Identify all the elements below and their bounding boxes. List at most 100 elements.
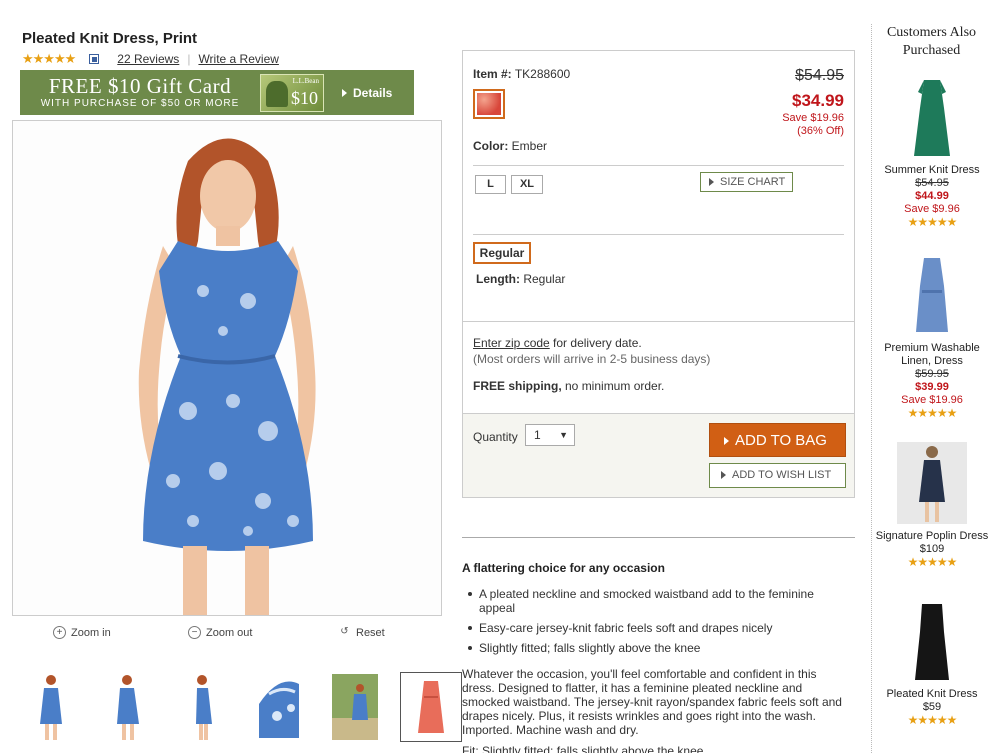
feature-bullet: Slightly fitted; falls slightly above th… xyxy=(468,641,848,655)
promo-headline: FREE $10 Gift Card xyxy=(48,74,232,98)
item-name: Summer Knit Dress xyxy=(884,164,980,176)
quantity-select[interactable]: 1 ▼ xyxy=(525,424,575,446)
gift-card-promo-banner[interactable]: FREE $10 Gift Card WITH PURCHASE OF $50 … xyxy=(20,70,414,115)
shipping-info: FREE shipping, no minimum order. xyxy=(473,379,664,393)
thumbnail-three-quarter[interactable] xyxy=(96,672,158,742)
add-to-bag-button[interactable]: ADD TO BAG xyxy=(709,423,846,457)
length-button-regular[interactable]: Regular xyxy=(473,242,531,264)
add-to-wish-list-label: ADD TO WISH LIST xyxy=(732,469,832,481)
delivery-info: Enter zip code for delivery date. (Most … xyxy=(473,335,710,367)
item-original-price: $54.95 xyxy=(915,177,949,189)
color-label-title: Color: xyxy=(473,139,509,153)
quantity-value: 1 xyxy=(534,428,541,442)
gift-card-amount: $10 xyxy=(291,87,318,108)
promo-details-label: Details xyxy=(353,85,393,100)
color-label: Color: Ember xyxy=(473,139,547,153)
divider xyxy=(473,165,844,166)
write-review-link[interactable]: Write a Review xyxy=(198,52,278,66)
product-thumbnail xyxy=(916,258,948,332)
buy-box: Item #: TK288600 $54.95 $34.99 Save $19.… xyxy=(462,50,855,498)
customers-also-purchased: Customers Also Purchased Summer Knit Dre… xyxy=(871,24,991,753)
zoom-in-button[interactable]: + Zoom in xyxy=(53,626,111,639)
play-icon xyxy=(721,471,726,480)
item-rating-stars: ★★★★★ xyxy=(907,215,958,229)
gift-card-brand: L.L.Bean xyxy=(292,76,319,85)
product-thumbnail xyxy=(897,442,967,524)
enter-zip-link[interactable]: Enter zip code xyxy=(473,336,550,350)
zoom-in-icon: + xyxy=(53,626,66,639)
feature-bullet: A pleated neckline and smocked waistband… xyxy=(468,587,848,615)
item-name: Pleated Knit Dress xyxy=(886,688,978,700)
zoom-out-label: Zoom out xyxy=(206,626,253,639)
product-thumbnail xyxy=(914,80,950,156)
zoom-out-icon: − xyxy=(188,626,201,639)
size-chart-label: SIZE CHART xyxy=(720,176,786,188)
divider xyxy=(462,537,855,538)
tree-icon xyxy=(266,80,288,107)
thumbnail-strip xyxy=(20,672,476,742)
thumbnail-outdoor[interactable] xyxy=(324,672,386,742)
feature-bullet: Easy-care jersey-knit fabric feels soft … xyxy=(468,621,848,635)
delivery-note: (Most orders will arrive in 2-5 business… xyxy=(473,352,711,366)
item-rating-stars: ★★★★★ xyxy=(907,555,958,569)
description-body: Whatever the occasion, you'll feel comfo… xyxy=(462,667,842,737)
item-number: Item #: TK288600 xyxy=(473,67,570,81)
play-icon xyxy=(724,437,729,446)
play-icon xyxy=(709,178,714,187)
reset-icon: ↺ xyxy=(340,626,349,637)
recommended-item[interactable]: Signature Poplin Dress $109 ★★★★★ xyxy=(872,442,992,569)
thumbnail-ember-color[interactable] xyxy=(400,672,462,742)
model-photo xyxy=(13,121,441,615)
item-sale-price: $39.99 xyxy=(915,381,949,393)
savings-percent: (36% Off) xyxy=(797,125,844,137)
promo-subline: WITH PURCHASE OF $50 OR MORE xyxy=(40,98,240,109)
zoom-out-button[interactable]: − Zoom out xyxy=(188,626,252,639)
size-chart-button[interactable]: SIZE CHART xyxy=(700,172,793,192)
length-value: Regular xyxy=(523,272,566,286)
main-product-image[interactable] xyxy=(12,120,442,616)
sidebar-heading: Customers Also Purchased xyxy=(886,25,977,58)
size-button-xl[interactable]: XL xyxy=(511,175,543,194)
recommended-item[interactable]: Summer Knit Dress $54.95 $44.99 Save $9.… xyxy=(872,78,992,229)
item-original-price: $59.95 xyxy=(915,368,949,380)
thumbnail-front[interactable] xyxy=(20,672,82,742)
recommended-item[interactable]: Premium Washable Linen, Dress $59.95 $39… xyxy=(872,256,992,420)
description-fit: Fit: Slightly fitted; falls slightly abo… xyxy=(462,744,707,753)
product-title: Pleated Knit Dress, Print xyxy=(22,30,198,47)
item-sale-price: $44.99 xyxy=(915,190,949,202)
play-icon xyxy=(342,89,347,98)
reset-label: Reset xyxy=(356,626,385,639)
savings: Save $19.96 (36% Off) xyxy=(782,112,844,138)
reset-button[interactable]: ↺ Reset xyxy=(338,626,385,639)
item-number-label: Item #: xyxy=(473,67,512,81)
feature-list: A pleated neckline and smocked waistband… xyxy=(468,587,848,661)
size-button-l[interactable]: L xyxy=(475,175,506,194)
savings-amount: Save $19.96 xyxy=(782,112,844,124)
chevron-down-icon: ▼ xyxy=(559,430,568,440)
divider xyxy=(473,234,844,235)
original-price: $54.95 xyxy=(795,67,844,84)
shipping-bold: FREE shipping, xyxy=(473,379,562,393)
color-swatch-ember[interactable] xyxy=(473,89,505,119)
promo-text: FREE $10 Gift Card WITH PURCHASE OF $50 … xyxy=(20,76,260,109)
gift-card-image: L.L.Bean $10 xyxy=(260,73,324,112)
length-label: Length: Regular xyxy=(476,272,565,286)
item-rating-stars: ★★★★★ xyxy=(907,406,958,420)
rating-stars[interactable]: ★★★★★ xyxy=(22,51,76,67)
popup-icon[interactable] xyxy=(89,54,100,64)
thumbnail-fabric-detail[interactable] xyxy=(248,672,310,742)
item-name: Signature Poplin Dress xyxy=(875,530,989,542)
zip-suffix: for delivery date. xyxy=(549,336,642,350)
item-name: Premium Washable Linen, Dress xyxy=(884,342,980,367)
item-rating-stars: ★★★★★ xyxy=(907,713,958,727)
recommended-item[interactable]: Pleated Knit Dress $59 ★★★★★ xyxy=(872,602,992,727)
rating-row: ★★★★★ 22 Reviews | Write a Review xyxy=(22,51,279,67)
divider xyxy=(463,321,854,322)
length-label-title: Length: xyxy=(476,272,520,286)
thumbnail-side[interactable] xyxy=(172,672,234,742)
zoom-in-label: Zoom in xyxy=(71,626,111,639)
promo-details-link[interactable]: Details xyxy=(342,86,392,100)
shipping-rest: no minimum order. xyxy=(561,379,665,393)
reviews-link[interactable]: 22 Reviews xyxy=(117,52,179,66)
add-to-wish-list-button[interactable]: ADD TO WISH LIST xyxy=(709,463,846,488)
